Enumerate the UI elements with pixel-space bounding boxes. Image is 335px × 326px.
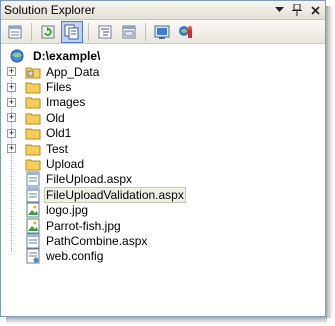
tree-item-app-data[interactable]: + App_Data [1,64,325,79]
tree-connector [7,206,16,215]
tree-connector [7,221,16,230]
folder-icon [25,110,41,126]
toolbar-separator [88,22,89,41]
config-file-icon [25,248,41,264]
image-file-icon [25,218,41,234]
expand-icon[interactable]: + [7,82,16,92]
app-data-folder-icon [25,64,41,80]
expand-icon[interactable]: + [7,97,16,107]
expand-icon[interactable]: + [7,67,16,77]
aspx-file-icon [25,233,41,249]
tree-connector [7,175,16,184]
tree-root-label: D:\example\ [33,48,101,63]
tree-item-label: web.config [46,249,104,264]
folder-icon [25,79,41,95]
tree-root-node[interactable]: D:\example\ [1,47,325,64]
pin-icon[interactable] [289,2,305,18]
tree-item-label: Test [46,141,69,156]
copy-website-icon[interactable] [151,21,173,43]
tree-item-label: PathCombine.aspx [46,233,148,248]
aspx-file-icon [25,187,41,203]
asp-net-config-icon[interactable] [175,21,197,43]
tree-item-label: Images [46,95,86,110]
close-icon[interactable] [307,2,323,18]
tree-item-label: Upload [46,157,85,172]
image-file-icon [25,202,41,218]
tree-item-label: Old [46,110,65,125]
show-all-files-icon[interactable] [61,20,83,43]
chevron-down-icon[interactable] [271,2,287,18]
tree-item-old1[interactable]: + Old1 [1,126,325,141]
panel-title: Solution Explorer [4,3,96,17]
aspx-file-icon [25,171,41,187]
tree-item-logo-jpg[interactable]: logo.jpg [1,202,325,218]
toolbar-separator [31,22,32,41]
properties-icon[interactable] [4,21,26,43]
expand-icon[interactable]: + [7,113,16,123]
tree-item-upload[interactable]: Upload [1,156,325,171]
solution-explorer-panel: Solution Explorer D:\example\ + App_Data… [0,0,326,317]
tree-connector [7,160,16,169]
website-project-icon [9,48,25,64]
view-designer-icon[interactable] [118,21,140,43]
folder-icon [25,156,41,172]
tree-item-files[interactable]: + Files [1,79,325,94]
view-code-icon[interactable] [94,21,116,43]
tree-item-parrot-fish-jpg[interactable]: Parrot-fish.jpg [1,218,325,234]
expand-icon[interactable]: + [7,144,16,154]
tree-item-test[interactable]: + Test [1,141,325,156]
tree-item-pathcombine-aspx[interactable]: PathCombine.aspx [1,233,325,249]
panel-shadow-right [325,6,333,318]
tree-item-fileupload-aspx[interactable]: FileUpload.aspx [1,171,325,187]
tree-item-label: logo.jpg [46,203,89,218]
tree-item-web-config[interactable]: web.config [1,248,325,264]
tree-item-label: Old1 [46,126,72,141]
tree-item-old[interactable]: + Old [1,110,325,125]
expand-icon[interactable]: + [7,128,16,138]
tree-item-label: Files [46,80,72,95]
tree-item-fileuploadvalidation-aspx[interactable]: FileUploadValidation.aspx [1,186,325,203]
refresh-icon[interactable] [37,21,59,43]
tree-item-label-selected: FileUploadValidation.aspx [44,186,186,203]
tree-item-label: FileUpload.aspx [46,172,133,187]
toolbar-separator [145,22,146,41]
solution-explorer-toolbar [1,20,325,44]
tree-connector [7,252,16,261]
tree-connector [7,236,16,245]
panel-title-bar[interactable]: Solution Explorer [1,1,325,20]
panel-shadow-bottom [6,316,327,324]
folder-icon [25,94,41,110]
tree-item-images[interactable]: + Images [1,95,325,110]
folder-icon [25,141,41,157]
tree-connector [7,190,16,199]
solution-tree: D:\example\ + App_Data + Files + Images … [1,44,325,264]
folder-icon [25,125,41,141]
tree-item-label: App_Data [46,64,100,79]
tree-item-label: Parrot-fish.jpg [46,218,121,233]
